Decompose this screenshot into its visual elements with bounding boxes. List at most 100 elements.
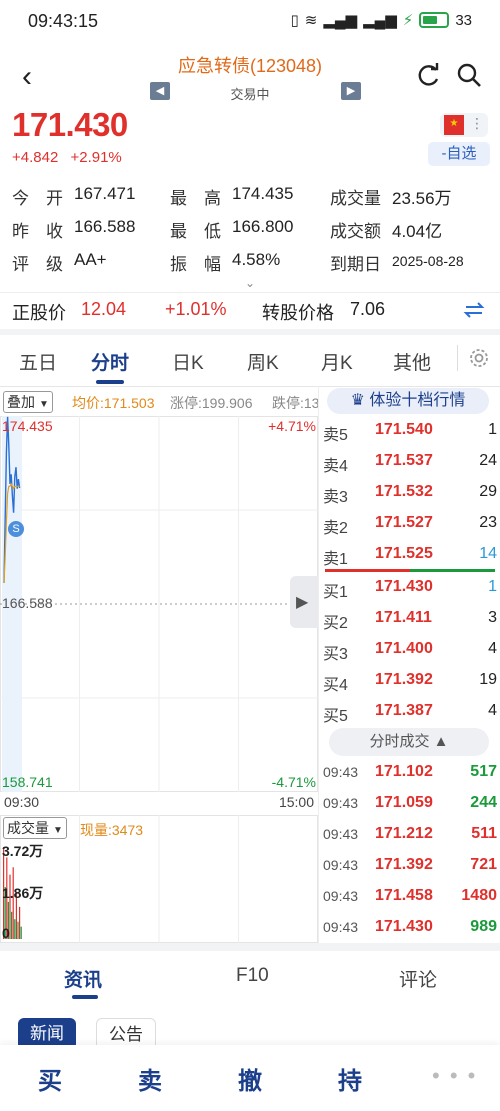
tab-daily-k[interactable]: 日K [172,348,204,375]
bid-qty: 1 [488,578,497,595]
volume-bar [14,919,16,939]
trade-tick-row: 09:43 171.212 511 [323,820,497,850]
tab-intraday[interactable]: 分时 [91,348,129,375]
tick-qty: 1480 [461,887,497,904]
play-icon: ▶ [296,594,309,611]
bid-qty: 19 [479,671,497,688]
ask-qty: 14 [479,545,497,562]
ask-row[interactable]: 卖3 171.532 29 [323,478,497,508]
tick-price: 171.212 [375,825,433,842]
ask-price: 171.527 [375,514,433,531]
refresh-icon[interactable] [416,62,442,88]
volume-bar [12,867,14,939]
tab-comments[interactable]: 评论 [399,965,437,992]
gear-icon[interactable] [457,345,492,371]
sell-button[interactable]: 卖 [138,1061,162,1096]
trade-tick-row: 09:43 171.392 721 [323,851,497,881]
bid-qty: 4 [488,702,497,719]
ask-row[interactable]: 卖5 171.540 1 [323,416,497,446]
bid-row[interactable]: 买3 171.400 4 [323,635,497,665]
vol-zero-label: 0 [2,925,10,941]
cancel-order-button[interactable]: 撤 [238,1061,262,1096]
conversion-price-value: 7.06 [350,299,386,319]
last-price: 171.430 [12,106,128,143]
vibrate-icon: ▯ [290,12,299,29]
stat-label: 昨 收 [12,222,63,241]
bid-price: 171.387 [375,702,433,719]
more-vertical-icon: ⋮ [470,115,484,131]
conversion-row: 正股价 12.04 +1.01% 转股价格 7.06 [0,292,500,335]
bid-row[interactable]: 买4 171.392 19 [323,666,497,696]
ask-qty: 23 [479,514,497,531]
pct-min-label: -4.71% [271,774,316,790]
tick-time: 09:43 [323,919,359,935]
bid-level-label: 买1 [323,584,348,601]
header: ‹ 应急转债(123048) ◀ 交易中 ▶ [0,42,500,108]
stat-label: 评 级 [12,255,63,274]
watchlist-button[interactable]: -自选 [428,142,490,166]
chart-toolbar: 叠加 ▼ 均价:171.503 涨停:199.906 跌停:13 [0,388,318,416]
volume-chart: 成交量 ▼ 现量:3473 3.72万 1.86万 0 [0,815,318,943]
ask-row[interactable]: 卖1 171.525 14 [323,540,497,570]
change-value: +4.842 [12,149,59,166]
y-mid-label: 166.588 [2,595,53,611]
bid-row[interactable]: 买5 171.387 4 [323,697,497,727]
expand-chevron-icon[interactable]: ⌄ [0,276,500,290]
collapse-orderbook-button[interactable]: ▶ [290,576,318,628]
next-stock-button[interactable]: ▶ [341,82,361,100]
sell-signal-marker[interactable]: S [8,521,24,537]
charging-icon: ⚡ [402,12,414,29]
tick-qty: 721 [470,856,497,873]
overlay-label: 叠加 [7,394,35,410]
tick-time: 09:43 [323,888,359,904]
bid-row[interactable]: 买2 171.411 3 [323,604,497,634]
limit-down-label: 跌停:13 [272,395,318,411]
tick-qty: 517 [470,763,497,780]
swap-icon[interactable] [463,301,485,319]
level2-trial-label: 体验十档行情 [369,392,466,409]
tick-price: 171.392 [375,856,433,873]
market-flag[interactable]: ★ ⋮ [440,113,488,137]
intraday-chart[interactable]: 174.435 +4.71% 166.588 158.741 -4.71% 09… [0,416,318,810]
stat-label: 成交额 [330,222,381,241]
tick-qty: 511 [471,825,497,842]
volume-indicator-label: 成交量 [7,820,49,836]
vol-mid-label: 1.86万 [2,885,44,901]
stat-value: 2025-08-28 [392,253,464,269]
volume-indicator-select[interactable]: 成交量 ▼ [3,817,67,839]
more-actions-button[interactable]: • • • [432,1063,477,1089]
bid-row[interactable]: 买1 171.430 1 [323,573,497,603]
ask-row[interactable]: 卖2 171.527 23 [323,509,497,539]
tab-five-day[interactable]: 五日 [19,348,57,375]
tab-f10[interactable]: F10 [236,965,269,987]
search-icon[interactable] [456,62,482,88]
trade-tick-row: 09:43 171.430 989 [323,913,497,943]
ask-price: 171.540 [375,421,433,438]
stat-label: 到期日 [330,255,381,274]
ask-level-label: 卖5 [323,427,348,444]
stats-row: 昨 收 166.588 最 低 166.800 成交额 4.04亿 [0,217,500,247]
time-sales-toggle[interactable]: 分时成交 ▲ [329,728,489,756]
tab-monthly-k[interactable]: 月K [321,348,353,375]
stock-price-label: 正股价 [12,303,66,323]
battery-icon [419,12,450,28]
order-book: ♛ 体验十档行情 卖5 171.540 1 卖4 171.537 24 卖3 171.532 2… [318,386,500,943]
signal-icon: ▂▄▆ [323,12,358,29]
tab-weekly-k[interactable]: 周K [247,348,279,375]
current-volume-label: 现量:3473 [80,822,144,838]
overlay-select[interactable]: 叠加 ▼ [3,391,53,413]
level2-trial-button[interactable]: ♛ 体验十档行情 [327,388,489,414]
stat-label: 最 高 [170,189,221,208]
trade-tick-row: 09:43 171.059 244 [323,789,497,819]
avg-price-label: 均价:171.503 [72,395,155,411]
tab-other[interactable]: 其他 [393,348,431,375]
ask-row[interactable]: 卖4 171.537 24 [323,447,497,477]
trade-tick-row: 09:43 171.458 1480 [323,882,497,912]
ask-level-label: 卖1 [323,551,348,568]
holdings-button[interactable]: 持 [338,1061,362,1096]
stock-price-value: 12.04 [81,299,127,319]
buy-button[interactable]: 买 [38,1061,62,1096]
tick-time: 09:43 [323,795,359,811]
tick-price: 171.458 [375,887,433,904]
tab-news-info[interactable]: 资讯 [64,965,102,992]
